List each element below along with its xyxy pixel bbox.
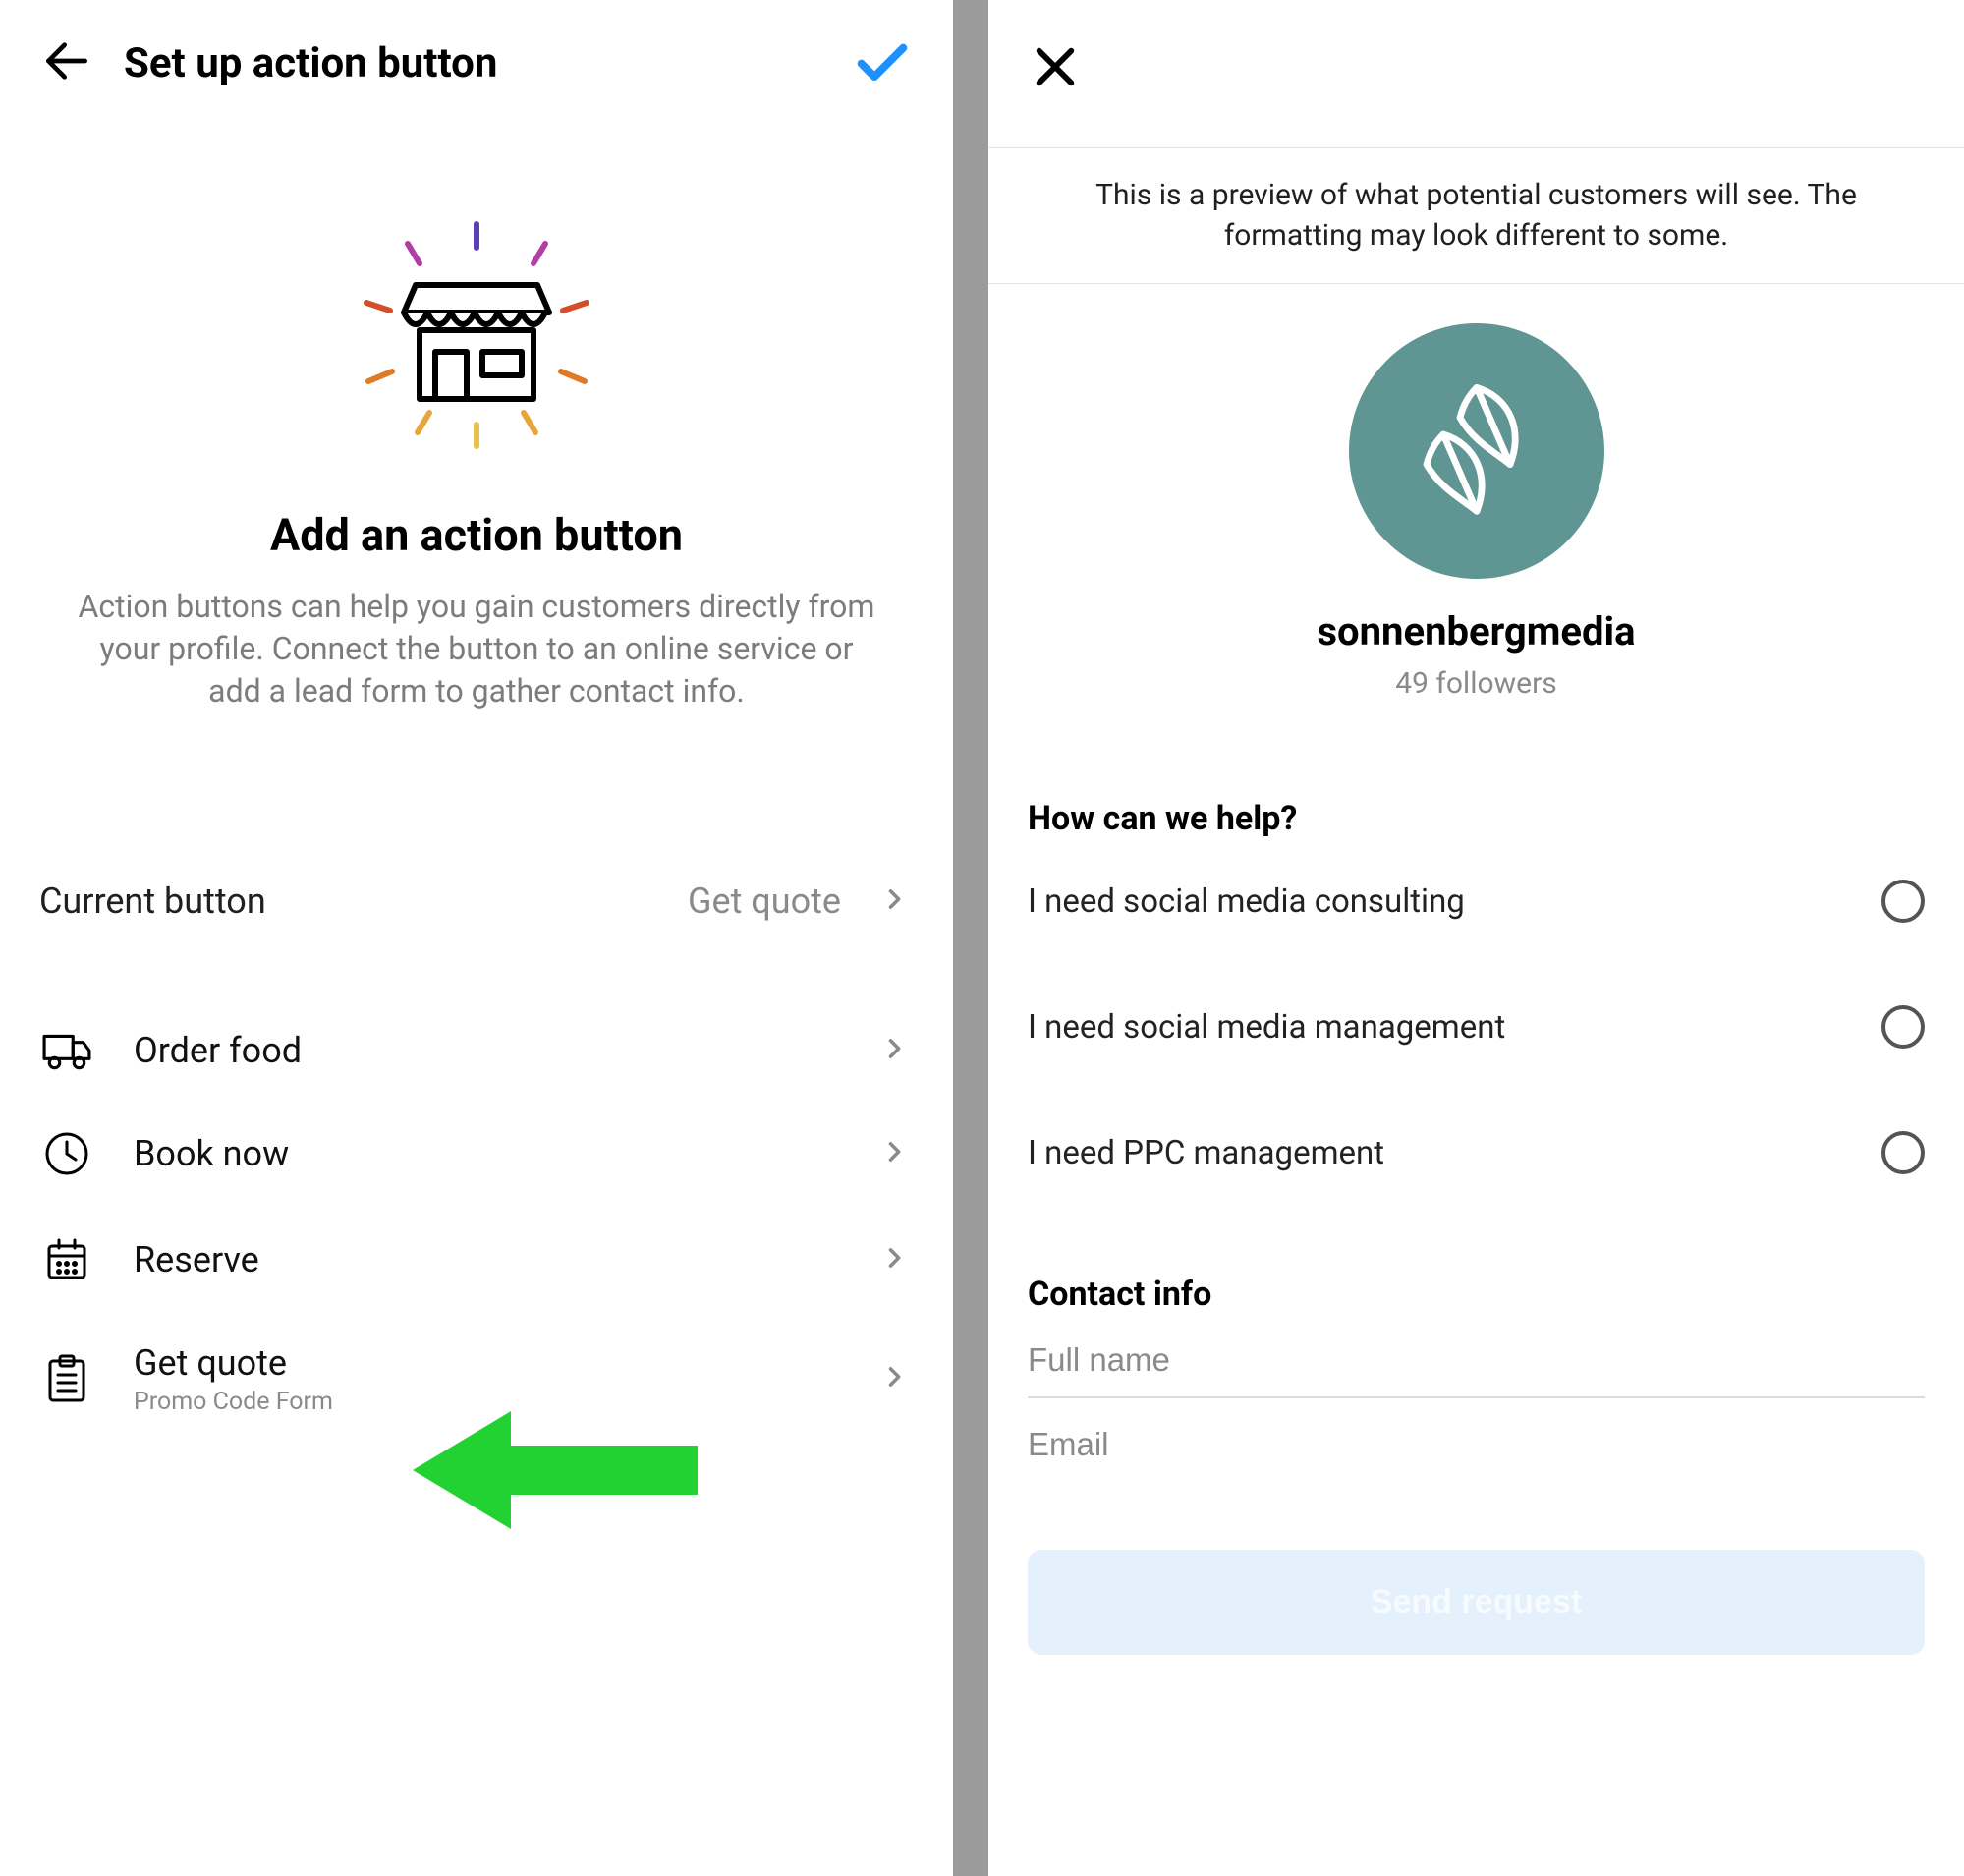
preview-note: This is a preview of what potential cust… bbox=[988, 147, 1964, 284]
option-reserve[interactable]: Reserve bbox=[39, 1207, 914, 1313]
choice-label: I need PPC management bbox=[1028, 1134, 1384, 1172]
choice-ppc[interactable]: I need PPC management bbox=[1028, 1090, 1925, 1216]
option-sublabel: Promo Code Form bbox=[134, 1388, 880, 1416]
profile-followers: 49 followers bbox=[988, 666, 1964, 701]
option-label: Book now bbox=[134, 1133, 880, 1174]
setup-action-button-screen: Set up action button bbox=[0, 0, 953, 1876]
send-request-button[interactable]: Send request bbox=[1028, 1550, 1925, 1655]
action-options-list: Order food Book now bbox=[39, 1000, 914, 1446]
close-icon[interactable] bbox=[1028, 80, 1083, 98]
header: Set up action button bbox=[39, 29, 914, 106]
page-title: Set up action button bbox=[124, 39, 851, 87]
radio-icon bbox=[1881, 880, 1925, 923]
option-book-now[interactable]: Book now bbox=[39, 1101, 914, 1207]
option-get-quote[interactable]: Get quote Promo Code Form bbox=[39, 1313, 914, 1446]
chevron-right-icon bbox=[880, 881, 908, 922]
option-label: Order food bbox=[134, 1030, 880, 1071]
contact-info-title: Contact info bbox=[1028, 1275, 1925, 1314]
current-button-row[interactable]: Current button Get quote bbox=[39, 881, 914, 922]
option-label: Reserve bbox=[134, 1239, 880, 1280]
lead-form-preview-screen: This is a preview of what potential cust… bbox=[988, 0, 1964, 1876]
current-button-value: Get quote bbox=[688, 881, 841, 922]
email-field[interactable] bbox=[1028, 1398, 1925, 1481]
section-title: Add an action button bbox=[39, 509, 914, 561]
confirm-check-icon[interactable] bbox=[851, 29, 914, 96]
current-button-label: Current button bbox=[39, 881, 266, 922]
choice-consulting[interactable]: I need social media consulting bbox=[1028, 838, 1925, 964]
chevron-right-icon bbox=[880, 1244, 908, 1276]
option-label: Get quote bbox=[134, 1342, 880, 1384]
option-order-food[interactable]: Order food bbox=[39, 1000, 914, 1101]
clipboard-icon bbox=[39, 1353, 94, 1404]
vertical-divider bbox=[953, 0, 988, 1876]
radio-icon bbox=[1881, 1005, 1925, 1049]
profile-avatar bbox=[1349, 323, 1604, 579]
choice-management[interactable]: I need social media management bbox=[1028, 964, 1925, 1090]
chevron-right-icon bbox=[880, 1138, 908, 1169]
profile-name: sonnenbergmedia bbox=[988, 608, 1964, 654]
back-arrow-icon[interactable] bbox=[39, 33, 94, 92]
shop-illustration bbox=[39, 214, 914, 470]
truck-icon bbox=[39, 1030, 94, 1071]
choice-label: I need social media consulting bbox=[1028, 882, 1465, 921]
radio-icon bbox=[1881, 1131, 1925, 1174]
question-title: How can we help? bbox=[1028, 799, 1925, 838]
chevron-right-icon bbox=[880, 1035, 908, 1066]
section-description: Action buttons can help you gain custome… bbox=[74, 586, 879, 713]
chevron-right-icon bbox=[880, 1363, 908, 1394]
calendar-icon bbox=[39, 1236, 94, 1283]
full-name-field[interactable] bbox=[1028, 1314, 1925, 1398]
choice-label: I need social media management bbox=[1028, 1008, 1505, 1047]
clock-icon bbox=[39, 1130, 94, 1177]
